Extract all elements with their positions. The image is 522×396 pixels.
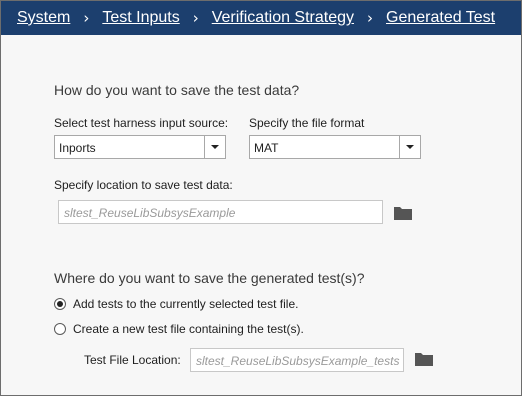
breadcrumb-system-link[interactable]: System [17, 9, 70, 27]
breadcrumb-generated-test-link[interactable]: Generated Test [386, 9, 495, 27]
breadcrumb-test-inputs-link[interactable]: Test Inputs [102, 9, 179, 27]
wizard-panel: System › Test Inputs › Verification Stra… [0, 0, 522, 396]
harness-source-label: Select test harness input source: [54, 116, 229, 130]
chevron-down-icon [211, 145, 219, 149]
save-location-input[interactable]: sltest_ReuseLibSubsysExample [58, 200, 383, 224]
add-to-current-file-option[interactable]: Add tests to the currently selected test… [54, 297, 298, 311]
test-file-location-label: Test File Location: [84, 353, 181, 367]
create-new-file-option[interactable]: Create a new test file containing the te… [54, 322, 304, 336]
breadcrumb-verification-strategy-link[interactable]: Verification Strategy [212, 9, 354, 27]
save-test-data-heading: How do you want to save the test data? [54, 82, 300, 98]
dropdown-arrow-box [399, 136, 420, 158]
breadcrumb-separator-icon: › [192, 9, 199, 27]
file-format-label: Specify the file format [249, 116, 365, 130]
file-format-value: MAT [254, 141, 279, 155]
create-new-file-radio[interactable] [54, 323, 66, 335]
test-file-location-input[interactable]: sltest_ReuseLibSubsysExample_tests [190, 348, 404, 372]
chevron-down-icon [406, 145, 414, 149]
file-format-dropdown[interactable]: MAT [249, 135, 421, 159]
folder-icon[interactable] [415, 352, 433, 366]
create-new-file-label: Create a new test file containing the te… [73, 322, 304, 336]
save-tests-heading: Where do you want to save the generated … [54, 270, 365, 286]
save-location-label: Specify location to save test data: [54, 178, 233, 192]
add-to-current-file-radio[interactable] [54, 298, 66, 310]
breadcrumb-separator-icon: › [367, 9, 374, 27]
harness-source-dropdown[interactable]: Inports [54, 135, 226, 159]
folder-icon[interactable] [394, 206, 412, 220]
breadcrumb-separator-icon: › [83, 9, 90, 27]
dropdown-arrow-box [204, 136, 225, 158]
harness-source-value: Inports [59, 141, 96, 155]
add-to-current-file-label: Add tests to the currently selected test… [73, 297, 299, 311]
breadcrumb: System › Test Inputs › Verification Stra… [1, 1, 521, 35]
